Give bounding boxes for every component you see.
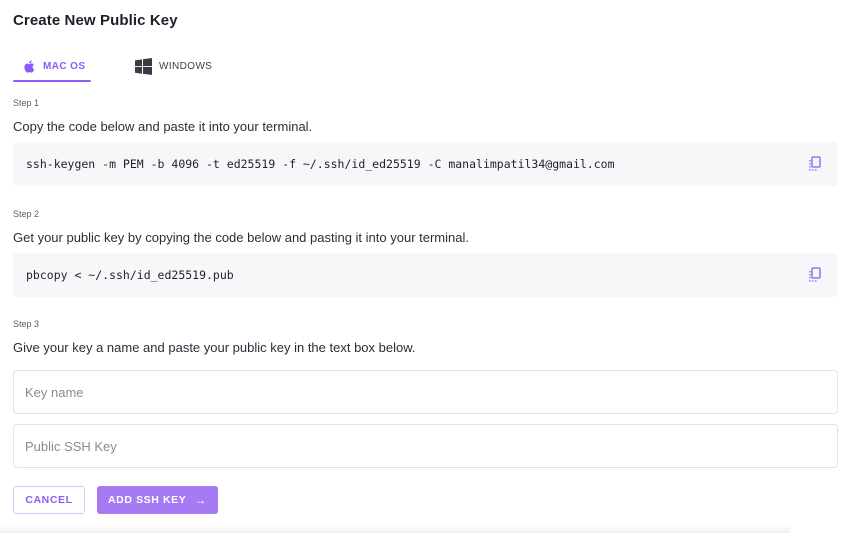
add-ssh-key-button-label: ADD SSH KEY (108, 494, 187, 506)
step-1-label: Step 1 (13, 98, 40, 108)
step-2-label: Step 2 (13, 209, 40, 219)
key-name-input[interactable] (13, 370, 838, 414)
add-ssh-key-button[interactable]: ADD SSH KEY → (97, 486, 218, 514)
step-3-description: Give your key a name and paste your publ… (13, 340, 416, 355)
public-ssh-key-input[interactable] (13, 424, 838, 468)
copy-icon[interactable] (807, 267, 823, 283)
step-1-code-block: ssh-keygen -m PEM -b 4096 -t ed25519 -f … (13, 142, 838, 186)
arrow-right-icon: → (194, 493, 207, 507)
cancel-button-label: CANCEL (25, 494, 73, 506)
cancel-button[interactable]: CANCEL (13, 486, 85, 514)
os-tabs: MAC OS WINDOWS (13, 52, 313, 84)
bottom-shadow (0, 525, 790, 533)
active-tab-indicator (13, 80, 91, 82)
tab-mac-os-label: MAC OS (43, 60, 86, 72)
step-2-code[interactable]: pbcopy < ~/.ssh/id_ed25519.pub (26, 268, 234, 282)
tab-mac-os[interactable]: MAC OS (13, 52, 91, 80)
step-1-code[interactable]: ssh-keygen -m PEM -b 4096 -t ed25519 -f … (26, 157, 615, 171)
page-title: Create New Public Key (13, 12, 178, 29)
windows-icon (135, 57, 152, 75)
step-3-label: Step 3 (13, 319, 40, 329)
step-2-description: Get your public key by copying the code … (13, 230, 469, 245)
tab-windows-label: WINDOWS (159, 60, 213, 72)
step-2-code-block: pbcopy < ~/.ssh/id_ed25519.pub (13, 253, 838, 297)
tab-windows[interactable]: WINDOWS (135, 52, 245, 80)
copy-icon[interactable] (807, 156, 823, 172)
step-1-description: Copy the code below and paste it into yo… (13, 119, 313, 134)
apple-icon (22, 59, 35, 74)
